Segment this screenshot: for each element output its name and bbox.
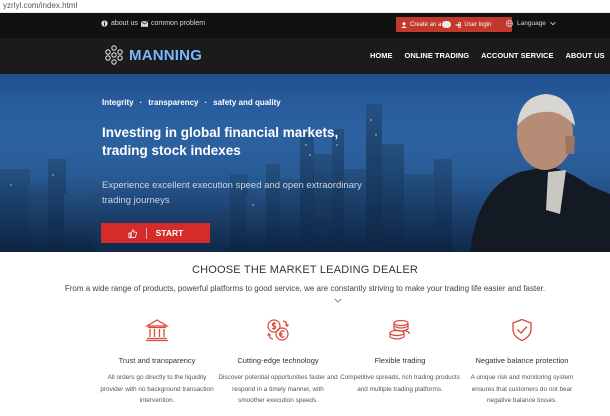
logo-mark-icon	[105, 45, 123, 65]
main-navbar: MANNING HOME ONLINE TRADING ACCOUNT SERV…	[0, 38, 610, 74]
feature-title: Negative balance protection	[475, 356, 569, 365]
start-label: START	[155, 228, 184, 238]
nav-online-trading[interactable]: ONLINE TRADING	[405, 51, 470, 60]
manning-logo[interactable]: MANNING	[104, 45, 202, 65]
tag-transparency: transparency	[148, 98, 199, 107]
create-account-login-button[interactable]: Create an a User login	[396, 17, 512, 32]
feature-title: Flexible trading	[374, 356, 426, 365]
bank-icon	[145, 319, 169, 342]
feature-trust-transparency: Trust and transparency All orders go dir…	[97, 318, 217, 407]
feature-description: Discover potential opportunities faster …	[218, 374, 338, 404]
address-bar[interactable]: yzrlyl.com/index.html	[0, 0, 610, 13]
tag-integrity: Integrity	[102, 98, 134, 107]
language-selector[interactable]: Language	[506, 20, 556, 27]
overlay-badge	[442, 21, 452, 28]
section-subtitle: From a wide range of products, powerful …	[64, 284, 546, 293]
create-account-label: Create an a	[410, 21, 442, 28]
start-button[interactable]: START	[101, 223, 210, 243]
hero-title: Investing in global financial markets, t…	[102, 125, 339, 158]
mail-icon	[141, 20, 148, 27]
top-utility-bar: about us common problem Create an a User…	[0, 13, 610, 38]
dollar-euro-exchange-icon	[267, 319, 289, 341]
feature-description: A unique risk and monitoring system ensu…	[470, 374, 574, 404]
nav-home[interactable]: HOME	[370, 51, 393, 60]
common-problem-label: common problem	[151, 20, 206, 27]
button-divider	[145, 227, 147, 239]
feature-description: All orders go directly to the liquidity …	[100, 374, 214, 404]
shield-check-icon	[512, 318, 532, 342]
nav-links: HOME ONLINE TRADING ACCOUNT SERVICE ABOU…	[370, 51, 610, 60]
hero-subtitle: Experience excellent execution speed and…	[102, 180, 362, 206]
feature-cutting-edge-technology: Cutting-edge technology Discover potenti…	[218, 318, 338, 407]
feature-flexible-trading: Flexible trading Competitive spreads, ri…	[340, 318, 460, 395]
globe-icon	[506, 20, 513, 27]
hero-tagline: Integrity · transparency · safety and qu…	[102, 98, 281, 107]
feature-negative-balance-protection: Negative balance protection A unique ris…	[462, 318, 582, 407]
about-us-label: about us	[111, 20, 138, 27]
section-title: CHOOSE THE MARKET LEADING DEALER	[191, 264, 419, 276]
feature-title: Cutting-edge technology	[237, 356, 319, 365]
logo-text: MANNING	[129, 46, 203, 64]
user-login-label: User login	[464, 21, 492, 28]
nav-about-us[interactable]: ABOUT US	[565, 51, 604, 60]
common-problem-link[interactable]: common problem	[141, 20, 205, 27]
feature-description: Competitive spreads, rich trading produc…	[340, 374, 460, 393]
city-skyline-background	[0, 74, 610, 252]
info-icon	[101, 20, 108, 27]
tag-safety: safety and quality	[213, 98, 281, 107]
chevron-down-icon	[334, 298, 342, 303]
coin-stack-icon	[389, 319, 411, 340]
tag-separator: ·	[139, 98, 143, 107]
chevron-down-icon	[550, 22, 556, 26]
language-label: Language	[517, 20, 546, 27]
hero-banner: Integrity · transparency · safety and qu…	[0, 74, 610, 252]
login-icon	[455, 21, 462, 28]
tag-separator: ·	[204, 98, 208, 107]
about-us-link[interactable]: about us	[101, 20, 138, 27]
url-text: yzrlyl.com/index.html	[3, 1, 78, 10]
nav-account-service[interactable]: ACCOUNT SERVICE	[481, 51, 553, 60]
user-icon	[401, 21, 407, 28]
feature-title: Trust and transparency	[118, 356, 196, 365]
thumbs-up-icon	[128, 228, 137, 238]
